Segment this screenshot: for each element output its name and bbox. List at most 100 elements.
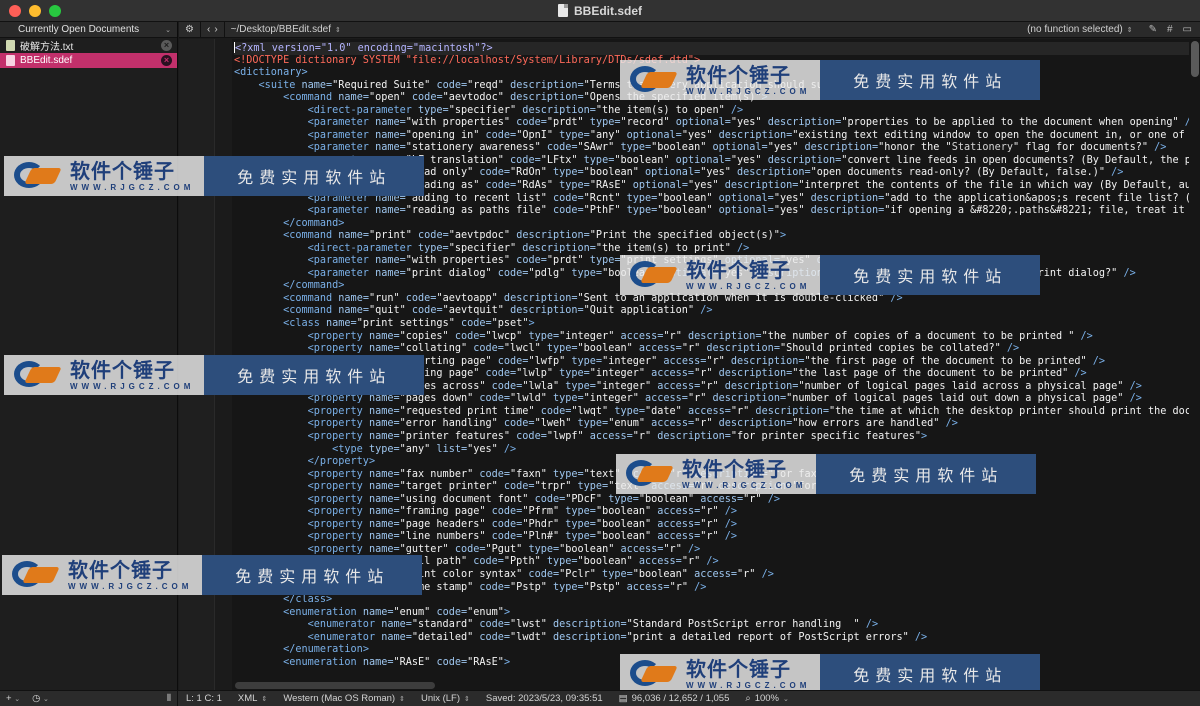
code-text: <direct-parameter type="specifier" descr…	[307, 242, 750, 254]
saved-timestamp: Saved: 2023/5/23, 09:35:51	[485, 693, 603, 704]
code-text: <type type="any" list="yes" />	[332, 443, 517, 455]
language-menu[interactable]: XML ⇕	[230, 693, 275, 704]
file-path: ~/Desktop/BBEdit.sdef	[230, 24, 331, 35]
add-icon[interactable]: + ⌄	[6, 693, 20, 704]
chevron-down-icon[interactable]: ⌄	[165, 26, 171, 34]
code-line[interactable]: 31 <property name="error handling" code=…	[234, 418, 1189, 431]
close-document-icon[interactable]: ×	[161, 55, 172, 66]
forward-icon[interactable]: ›	[214, 24, 217, 35]
vertical-scrollbar[interactable]	[1190, 41, 1199, 681]
encoding-menu[interactable]: Western (Mac OS Roman) ⇕	[275, 693, 413, 704]
code-text: <property name="copies" code="lwcp" type…	[307, 330, 1093, 342]
watermark-slogan: 免费实用软件站	[820, 60, 1040, 100]
gear-icon[interactable]: ⚙	[185, 24, 194, 35]
code-line[interactable]: 16▼ <command name="print" code="aevtpdoc…	[234, 230, 1189, 243]
zoom-control[interactable]: ⌕ 100% ⌄	[737, 693, 797, 704]
split-view-icon[interactable]: ▭	[1183, 24, 1192, 35]
code-line[interactable]: 48 <enumerator name="detailed" code="lwd…	[234, 632, 1189, 645]
zoom-window-button[interactable]	[49, 5, 61, 17]
code-line[interactable]: 29 <property name="pages down" code="lwl…	[234, 393, 1189, 406]
watermark-logo-icon	[12, 158, 64, 194]
code-line[interactable]: 45 </class>	[234, 594, 1189, 607]
line-endings-menu[interactable]: Unix (LF) ⇕	[413, 693, 478, 704]
sidebar-resize-icon[interactable]: ⦀	[167, 693, 177, 704]
watermark-url: WWW.RJGCZ.COM	[686, 281, 811, 291]
watermark-slogan: 免费实用软件站	[820, 654, 1040, 694]
code-text: <property name="requested print time" co…	[307, 405, 1189, 417]
watermark: 软件个锤子 WWW.RJGCZ.COM 免费实用软件站	[4, 355, 424, 395]
window-title: BBEdit.sdef	[573, 3, 642, 18]
title-bar: BBEdit.sdef	[0, 0, 1200, 22]
code-line[interactable]: 1<?xml version="1.0" encoding="macintosh…	[234, 42, 1189, 55]
sidebar-item-file-2[interactable]: BBEdit.sdef ×	[0, 53, 177, 68]
code-line[interactable]: 46▼ <enumeration name="enum" code="enum"…	[234, 607, 1189, 620]
hash-icon[interactable]: #	[1167, 24, 1173, 35]
function-menu-label: (no function selected)	[1027, 24, 1123, 35]
close-window-button[interactable]	[9, 5, 21, 17]
open-documents-label: Currently Open Documents	[18, 24, 140, 35]
document-icon	[557, 4, 568, 17]
watermark-logo-icon	[628, 656, 680, 692]
close-document-icon[interactable]: ×	[161, 40, 172, 51]
code-text: <enumeration name="RAsE" code="RAsE">	[283, 656, 511, 668]
chevron-updown-icon: ⇕	[399, 695, 405, 703]
code-line[interactable]: 23▼ <class name="print settings" code="p…	[234, 318, 1189, 331]
pen-icon[interactable]: ✎	[1149, 24, 1157, 35]
watermark: 软件个锤子 WWW.RJGCZ.COM 免费实用软件站	[2, 555, 422, 595]
function-menu[interactable]: (no function selected) ⇕	[1019, 24, 1141, 35]
history-navigation[interactable]: ‹ ›	[201, 22, 225, 37]
code-line[interactable]: 39 <property name="page headers" code="P…	[234, 519, 1189, 532]
code-line[interactable]: 47 <enumerator name="standard" code="lws…	[234, 619, 1189, 632]
magnifier-icon: ⌕	[745, 693, 751, 704]
back-icon[interactable]: ‹	[207, 24, 210, 35]
file-path-menu[interactable]: ~/Desktop/BBEdit.sdef ⇕	[225, 24, 1019, 35]
minimize-window-button[interactable]	[29, 5, 41, 17]
code-text: <property name="line numbers" code="Pln#…	[307, 531, 738, 543]
watermark-title: 软件个锤子	[70, 359, 175, 382]
code-text: <parameter name="stationery awareness" c…	[307, 142, 1167, 154]
clock-icon[interactable]: ◷ ⌄	[32, 693, 49, 704]
code-text: <parameter name="reading as paths file" …	[307, 205, 1189, 217]
watermark-title: 软件个锤子	[70, 160, 175, 183]
code-text: <property name="framing page" code="Pfrm…	[307, 506, 738, 518]
code-line[interactable]: 40 <property name="line numbers" code="P…	[234, 531, 1189, 544]
code-line[interactable]: 15 </command>	[234, 218, 1189, 231]
watermark-slogan: 免费实用软件站	[820, 255, 1040, 295]
watermark-url: WWW.RJGCZ.COM	[682, 480, 807, 490]
watermark-title: 软件个锤子	[686, 64, 791, 87]
gear-menu[interactable]: ⚙	[179, 22, 201, 37]
code-line[interactable]: 14 <parameter name="reading as paths fil…	[234, 205, 1189, 218]
code-line[interactable]: 9 <parameter name="stationery awareness"…	[234, 142, 1189, 155]
status-bar: + ⌄ ◷ ⌄ ⦀ L: 1 C: 1 XML ⇕ Western (Mac OS…	[0, 690, 1200, 706]
code-text: </enumeration>	[283, 644, 369, 656]
chevron-updown-icon: ⇕	[335, 26, 341, 34]
code-line[interactable]: 37 <property name="using document font" …	[234, 494, 1189, 507]
code-line[interactable]: 7 <parameter name="with properties" code…	[234, 117, 1189, 130]
code-text: <command name="print" code="aevtpdoc" de…	[283, 230, 787, 242]
watermark-logo-icon	[12, 357, 64, 393]
vertical-scroll-thumb[interactable]	[1191, 41, 1199, 77]
code-line[interactable]: 6 <direct-parameter type="specifier" des…	[234, 105, 1189, 118]
sidebar-item-file-1[interactable]: 破解方法.txt ×	[0, 38, 177, 53]
code-line[interactable]: 22 <command name="quit" code="aevtquit" …	[234, 305, 1189, 318]
code-text: <direct-parameter type="specifier" descr…	[307, 104, 744, 116]
code-line[interactable]: 25 <property name="collating" code="lwcl…	[234, 343, 1189, 356]
code-line[interactable]: 8 <parameter name="opening in" code="Opn…	[234, 130, 1189, 143]
watermark: 软件个锤子 WWW.RJGCZ.COM 免费实用软件站	[616, 454, 1036, 494]
cursor-position[interactable]: L: 1 C: 1	[178, 693, 230, 704]
code-line[interactable]: 30 <property name="requested print time"…	[234, 406, 1189, 419]
code-line[interactable]: 32▼ <property name="printer features" co…	[234, 431, 1189, 444]
code-line[interactable]: 24 <property name="copies" code="lwcp" t…	[234, 331, 1189, 344]
code-text: <parameter name="with properties" code="…	[307, 117, 1189, 129]
code-line[interactable]: 17 <direct-parameter type="specifier" de…	[234, 243, 1189, 256]
watermark: 软件个锤子 WWW.RJGCZ.COM 免费实用软件站	[620, 255, 1040, 295]
code-line[interactable]: 38 <property name="framing page" code="P…	[234, 506, 1189, 519]
sidebar-footer: + ⌄ ◷ ⌄ ⦀	[0, 691, 178, 706]
horizontal-scroll-thumb[interactable]	[235, 682, 435, 689]
open-documents-header[interactable]: Currently Open Documents ⌄	[0, 22, 177, 38]
chevron-updown-icon: ⇕	[261, 695, 268, 703]
document-stats[interactable]: ▤ 96,036 / 12,652 / 1,055	[611, 693, 738, 704]
code-text: <parameter name="opening in" code="OpnI"…	[307, 129, 1189, 141]
text-file-icon	[6, 55, 15, 66]
watermark-title: 软件个锤子	[68, 559, 173, 582]
